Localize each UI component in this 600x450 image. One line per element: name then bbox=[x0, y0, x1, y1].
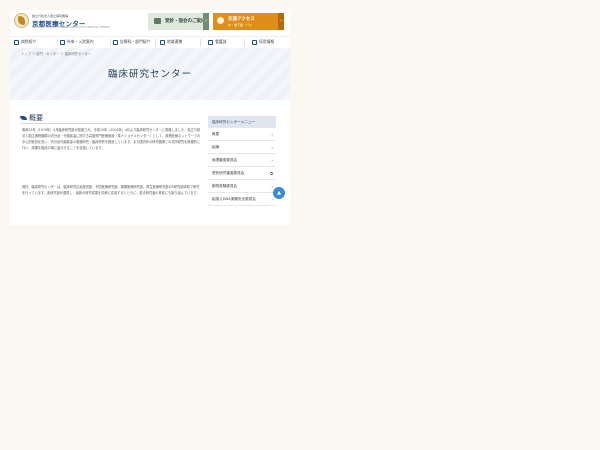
section-heading: 概要 bbox=[20, 113, 43, 123]
breadcrumb[interactable]: トップ ＞ 部門・センター ＞ 臨床研究センター bbox=[21, 51, 91, 56]
sidebar-item-animal-experiment[interactable]: 動物実験委員会 › bbox=[208, 180, 276, 193]
chevron-right-icon: › bbox=[271, 132, 273, 137]
map-pin-icon bbox=[217, 17, 224, 24]
nav-divider bbox=[57, 39, 58, 46]
sidebar-item-overview[interactable]: 概要 › bbox=[208, 128, 276, 141]
sidebar-item-contract-research[interactable]: 受託研究審査委員会 ⧉ bbox=[208, 167, 276, 180]
nav-divider bbox=[200, 39, 201, 46]
building-icon bbox=[14, 39, 19, 45]
nav-divider bbox=[110, 39, 111, 46]
nav-item-nursing[interactable]: 看護部 bbox=[208, 39, 226, 47]
page-frame: 独立行政法人国立病院機構 京都医療センター NATIONAL HOSPITAL … bbox=[10, 10, 290, 225]
chevron-right-icon: › bbox=[278, 13, 284, 30]
sidebar-item-dna-safety[interactable]: 組換えDNA実験安全委員会 › bbox=[208, 193, 276, 206]
sidebar-item-organization[interactable]: 組織 › bbox=[208, 141, 276, 154]
nav-divider bbox=[155, 39, 156, 46]
access-label: 交通アクセス bbox=[228, 17, 255, 22]
logo-mark-icon bbox=[18, 16, 25, 25]
leaf-icon bbox=[20, 116, 27, 120]
nav-item-recruit[interactable]: 採用情報 bbox=[252, 39, 274, 47]
page-title: 臨床研究センター bbox=[107, 69, 192, 80]
sidebar-menu: 臨床研究センターメニュー 概要 › 組織 › 倫理審査委員会 › 受託研究審査委員会 ⧉… bbox=[208, 116, 276, 206]
chevron-right-icon: › bbox=[203, 13, 209, 30]
access-button[interactable]: 交通アクセス JR・地下鉄・バス › bbox=[213, 13, 284, 30]
external-link-icon: ⧉ bbox=[270, 171, 273, 176]
chevron-right-icon: › bbox=[271, 158, 273, 163]
scroll-to-top-button[interactable]: ▲ bbox=[273, 187, 285, 199]
hospital-logo[interactable] bbox=[14, 13, 29, 28]
hospital-guide-label: 受診・面会のご案内 bbox=[165, 19, 206, 24]
site-header: 独立行政法人国立病院機構 京都医療センター NATIONAL HOSPITAL … bbox=[10, 10, 290, 34]
overview-paragraph: 昭和55年（1979年）4月臨床研究部が設置され、平成15年（2003年）4月よ… bbox=[22, 128, 201, 150]
person-icon bbox=[252, 39, 257, 45]
nav-item-community[interactable]: 地域連携 bbox=[160, 39, 182, 47]
org-english-name: NATIONAL HOSPITAL ORGANIZATION KYOTO MED… bbox=[32, 26, 110, 29]
house-icon bbox=[160, 39, 165, 45]
clipboard-icon bbox=[113, 39, 118, 45]
nav-item-about[interactable]: 病院紹介 bbox=[14, 39, 36, 47]
heart-icon bbox=[208, 39, 213, 45]
nav-item-departments[interactable]: 診療科・部門紹介 bbox=[113, 39, 150, 47]
hospital-icon bbox=[154, 18, 161, 24]
chevron-right-icon: › bbox=[271, 145, 273, 150]
stethoscope-icon bbox=[60, 39, 65, 45]
heading-underline bbox=[20, 123, 200, 124]
arrow-up-icon: ▲ bbox=[277, 190, 281, 196]
nav-divider bbox=[244, 39, 245, 46]
nav-item-outpatient[interactable]: 外来・入院案内 bbox=[60, 39, 94, 47]
access-sublabel: JR・地下鉄・バス bbox=[228, 23, 252, 27]
overview-paragraph: 現在、臨床研究センターは、臨床研究企画運営部、予防医療研究部、展開医療研究部、再… bbox=[22, 185, 200, 195]
sidebar-title: 臨床研究センターメニュー bbox=[208, 116, 276, 128]
page-hero: トップ ＞ 部門・センター ＞ 臨床研究センター 臨床研究センター bbox=[10, 48, 290, 100]
sidebar-item-ethics-committee[interactable]: 倫理審査委員会 › bbox=[208, 154, 276, 167]
hospital-guide-button[interactable]: 受診・面会のご案内 › bbox=[148, 13, 209, 30]
